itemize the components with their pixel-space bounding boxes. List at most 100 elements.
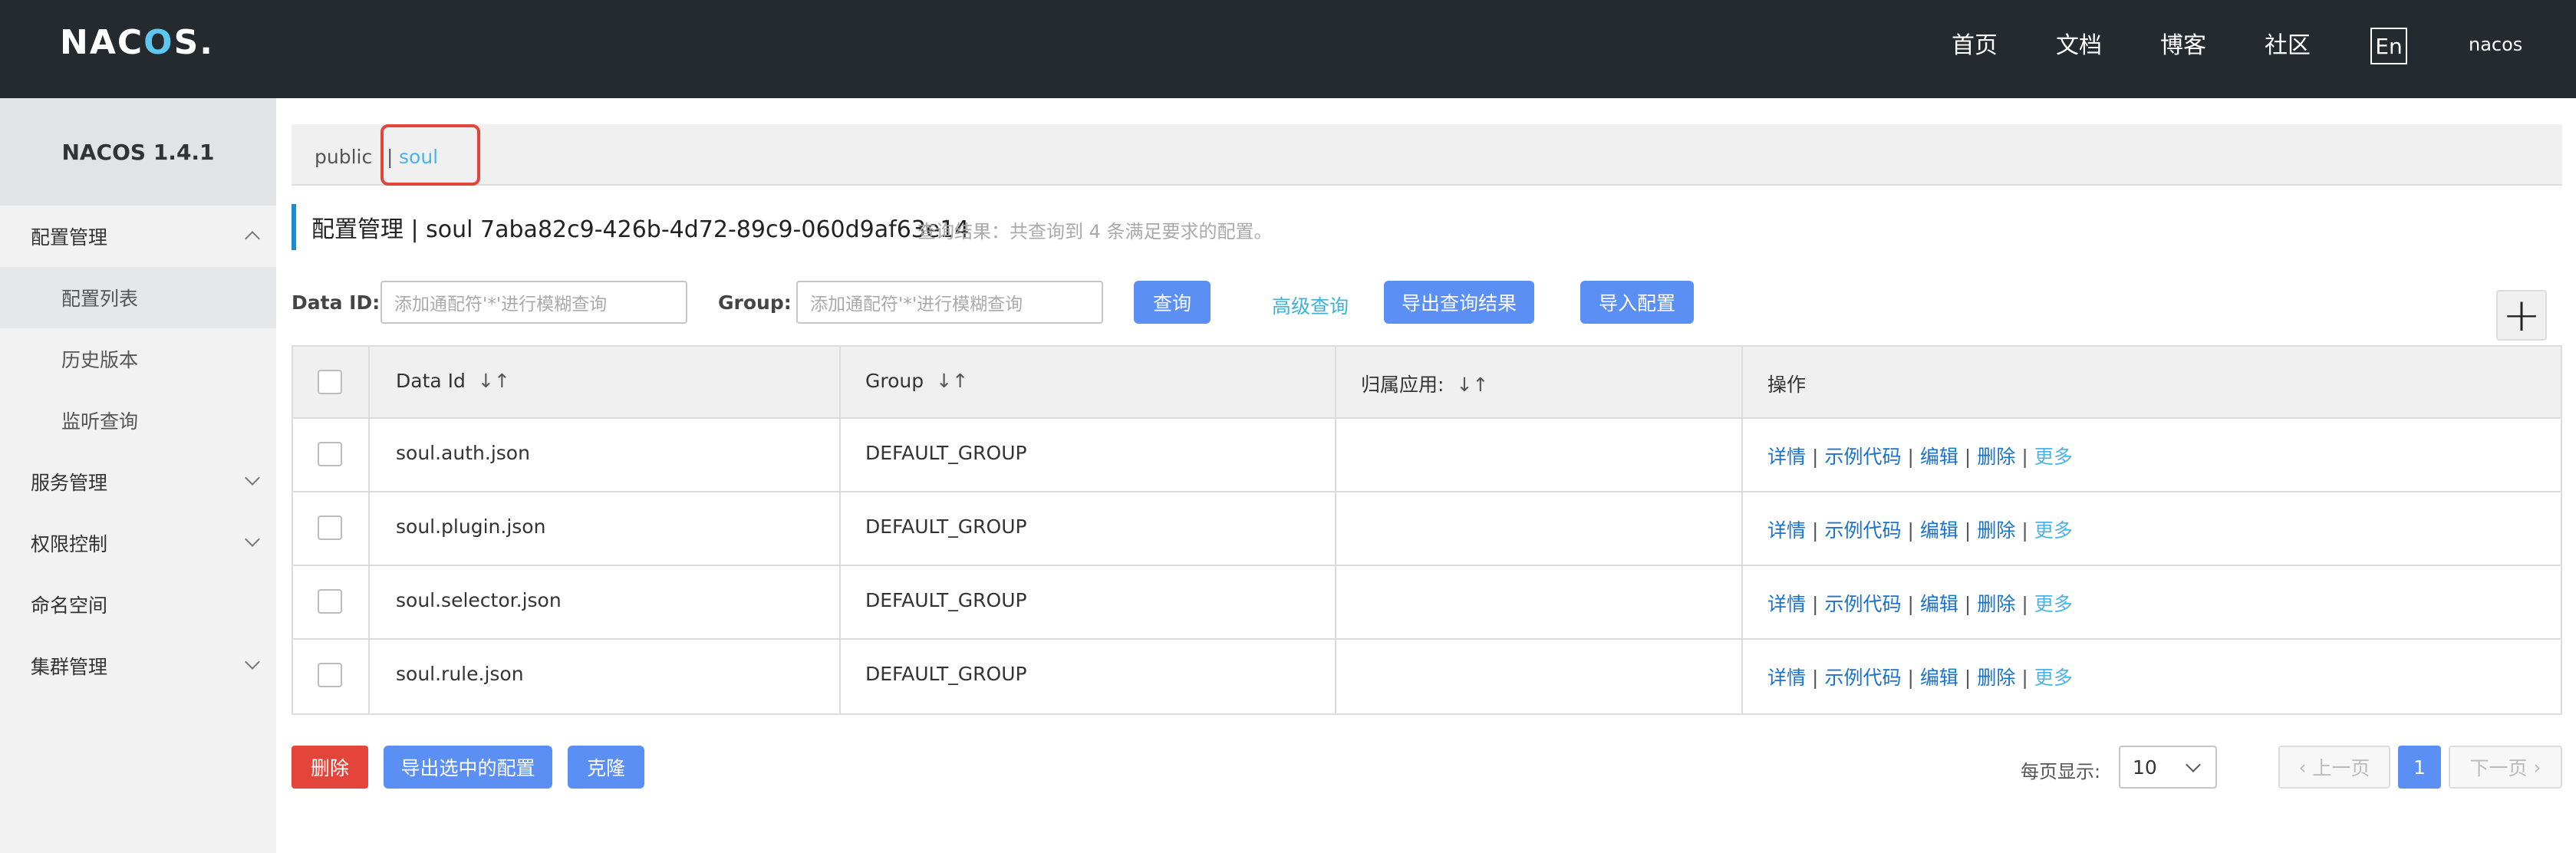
advanced-query-link[interactable]: 高级查询 [1272,291,1349,319]
row-actions: 详情 | 示例代码 | 编辑 | 删除 | 更多 [1767,442,2073,469]
chevron-right-icon: › [2533,756,2541,779]
delete-selected-button[interactable]: 删除 [292,746,368,789]
clone-button[interactable]: 克隆 [568,746,644,789]
chevron-down-icon [245,470,260,486]
row-checkbox[interactable] [318,442,342,466]
divider: | [2021,519,2028,542]
nacos-logo[interactable]: NACOS. [60,23,214,62]
more-link[interactable]: 更多 [2034,446,2073,468]
more-link[interactable]: 更多 [2034,519,2073,542]
prev-page-label: 上一页 [2312,757,2370,779]
detail-link[interactable]: 详情 [1767,446,1806,468]
divider: | [1907,667,1914,689]
sidebar-item-label: 监听查询 [61,410,139,433]
delete-link[interactable]: 删除 [1977,519,2015,542]
sidebar-item-label: 权限控制 [31,533,108,555]
sidebar-item-config-management[interactable]: 配置管理 [0,206,276,267]
edit-link[interactable]: 编辑 [1920,519,1958,542]
version-title: NACOS 1.4.1 [0,98,276,206]
row-actions: 详情 | 示例代码 | 编辑 | 删除 | 更多 [1767,515,2073,543]
delete-link[interactable]: 删除 [1977,446,2015,468]
sample-code-link[interactable]: 示例代码 [1824,446,1901,468]
import-config-button[interactable]: 导入配置 [1580,281,1694,324]
config-table: Data Id ↓↑ Group ↓↑ 归属应用: ↓↑ 操作 soul.auth.j… [292,345,2562,715]
header-app-label: 归属应用: [1361,374,1444,396]
header-dataid-label: Data Id [396,370,466,392]
row-checkbox[interactable] [318,515,342,540]
sort-icon[interactable]: ↓↑ [478,370,510,392]
group-search-input[interactable]: 添加通配符'*'进行模糊查询 [796,281,1103,324]
cell-group: DEFAULT_GROUP [865,589,1027,611]
delete-link[interactable]: 删除 [1977,593,2015,615]
row-checkbox[interactable] [318,589,342,614]
add-config-button[interactable]: + [2496,290,2547,341]
query-result-hint: 查询结果：共查询到 4 条满足要求的配置。 [917,221,1273,242]
divider: | [1812,667,1819,689]
title-accent-bar [292,204,296,250]
chevron-left-icon: ‹ [2298,756,2307,779]
sample-code-link[interactable]: 示例代码 [1824,519,1901,542]
sample-code-link[interactable]: 示例代码 [1824,593,1901,615]
nav-community[interactable]: 社区 [2265,29,2311,63]
detail-link[interactable]: 详情 [1767,667,1806,689]
sidebar-item-label: 配置列表 [61,288,139,310]
divider: | [2021,593,2028,615]
more-link[interactable]: 更多 [2034,593,2073,615]
export-selected-button[interactable]: 导出选中的配置 [384,746,552,789]
current-page-button[interactable]: 1 [2398,746,2441,789]
sidebar-item-label: 配置管理 [31,226,108,249]
row-checkbox[interactable] [318,663,342,687]
namespace-public[interactable]: public [315,146,372,168]
nav-docs[interactable]: 文档 [2056,29,2102,63]
header-group[interactable]: Group ↓↑ [865,370,968,392]
header-app[interactable]: 归属应用: ↓↑ [1361,370,1488,397]
page-size-select[interactable]: 10 [2119,746,2217,789]
detail-link[interactable]: 详情 [1767,593,1806,615]
edit-link[interactable]: 编辑 [1920,446,1958,468]
sort-icon[interactable]: ↓↑ [1456,374,1488,396]
select-all-checkbox[interactable] [318,370,342,394]
nav-blog[interactable]: 博客 [2160,29,2206,63]
export-results-button[interactable]: 导出查询结果 [1384,281,1534,324]
nav-home[interactable]: 首页 [1952,29,1998,63]
sidebar-item-service-management[interactable]: 服务管理 [0,451,276,512]
divider: | [1812,593,1819,615]
user-menu[interactable]: nacos [2469,34,2522,55]
detail-link[interactable]: 详情 [1767,519,1806,542]
cell-group: DEFAULT_GROUP [865,663,1027,685]
more-link[interactable]: 更多 [2034,667,2073,689]
sidebar-item-namespace[interactable]: 命名空间 [0,574,276,635]
sidebar-item-label: 命名空间 [31,594,108,617]
sidebar-item-history[interactable]: 历史版本 [0,328,276,390]
column-divider [1335,347,1336,713]
edit-link[interactable]: 编辑 [1920,667,1958,689]
cell-group: DEFAULT_GROUP [865,442,1027,464]
divider: | [1907,593,1914,615]
sidebar-item-listener-query[interactable]: 监听查询 [0,390,276,451]
divider: | [1964,446,1972,468]
next-page-button[interactable]: 下一页 › [2449,746,2562,789]
sample-code-link[interactable]: 示例代码 [1824,667,1901,689]
group-label: Group: [718,291,792,314]
header-ops: 操作 [1767,374,1807,396]
divider: | [1964,667,1972,689]
prev-page-button[interactable]: ‹ 上一页 [2278,746,2390,789]
delete-link[interactable]: 删除 [1977,667,2015,689]
sidebar-item-cluster-management[interactable]: 集群管理 [0,635,276,697]
query-button[interactable]: 查询 [1134,281,1211,324]
language-toggle-button[interactable]: En [2370,28,2407,64]
dataid-search-input[interactable]: 添加通配符'*'进行模糊查询 [380,281,687,324]
chevron-down-icon [2186,757,2201,772]
divider: | [1907,446,1914,468]
divider: | [1812,519,1819,542]
divider: | [1964,519,1972,542]
sort-icon[interactable]: ↓↑ [936,370,968,392]
sidebar-item-config-list[interactable]: 配置列表 [0,267,276,328]
header-dataid[interactable]: Data Id ↓↑ [396,370,510,392]
sidebar-item-access-control[interactable]: 权限控制 [0,512,276,574]
page-title: 配置管理 | soul 7aba82c9-426b-4d72-89c9-060d… [311,216,970,243]
column-divider [1741,347,1743,713]
divider: | [2021,667,2028,689]
edit-link[interactable]: 编辑 [1920,593,1958,615]
divider: | [1812,446,1819,468]
